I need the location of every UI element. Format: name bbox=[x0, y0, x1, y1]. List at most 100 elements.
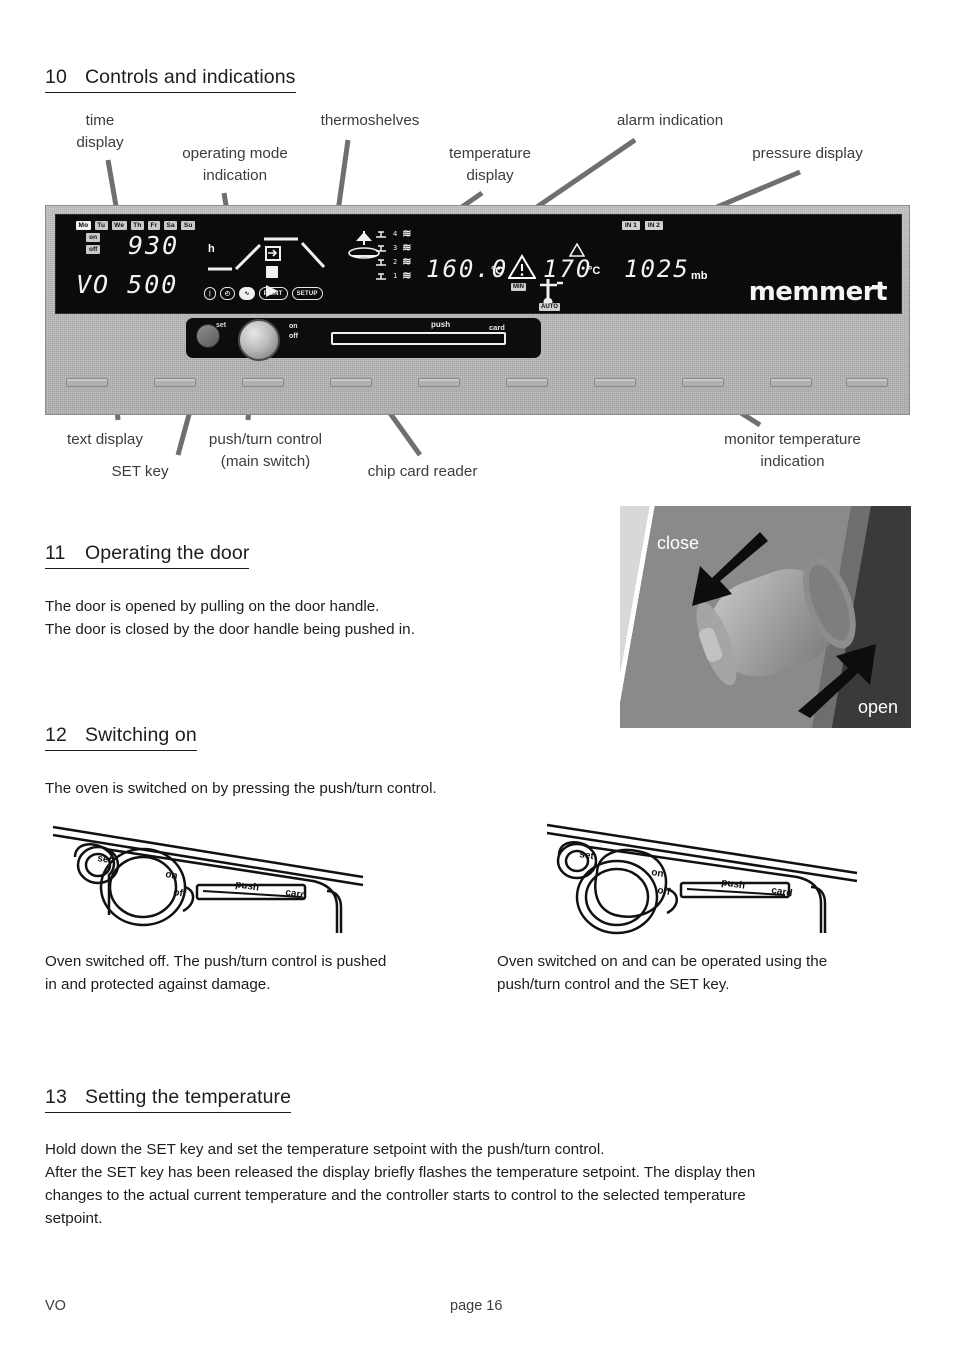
brand-name: memmer bbox=[748, 277, 876, 307]
section-heading-10: 10 Controls and indications bbox=[45, 66, 296, 93]
section-body-13: Hold down the SET key and set the temper… bbox=[45, 1141, 756, 1227]
vent-slot bbox=[594, 378, 636, 387]
weekday-we: We bbox=[111, 221, 127, 230]
weekday-su: Su bbox=[181, 221, 196, 230]
callout-monitor-temperature: monitor temperature indication bbox=[724, 431, 861, 470]
weekday-mo: Mo bbox=[76, 221, 91, 230]
section-heading-11: 11 Operating the door bbox=[45, 542, 250, 569]
caption-oven-on: Oven switched on and can be operated usi… bbox=[497, 953, 828, 993]
heater-icon: ≋ bbox=[402, 227, 411, 240]
thermoshelf-row: 2 ≋ bbox=[374, 255, 411, 269]
section-title-13: Setting the temperature bbox=[85, 1086, 292, 1108]
input-2-tag: IN 2 bbox=[644, 221, 663, 230]
input-indicator-bar: IN 1 IN 2 bbox=[622, 221, 663, 230]
time-display-value: 930 bbox=[128, 231, 180, 260]
section-number-13: 13 bbox=[45, 1086, 67, 1108]
vent-slot bbox=[506, 378, 548, 387]
knob-on-off-labels: on off bbox=[289, 322, 298, 342]
panel-drawing-off: set on off push card bbox=[45, 815, 365, 940]
callout-text-display: text display bbox=[67, 431, 143, 448]
control-panel-image: Mo Tu We Th Fr Sa Su on off 930 h VO 500 bbox=[45, 205, 910, 415]
caption-oven-off: Oven switched off. The push/turn control… bbox=[45, 953, 387, 993]
shelf-icon bbox=[376, 259, 386, 266]
weekday-tu: Tu bbox=[94, 221, 108, 230]
callout-temperature-display: temperature display bbox=[449, 145, 531, 184]
door-open-label: open bbox=[857, 697, 898, 717]
document-page: 10 Controls and indications time display … bbox=[0, 0, 954, 1350]
shelf-icon bbox=[376, 231, 386, 238]
memmert-logo: memmert bbox=[748, 277, 888, 307]
push-turn-control-knob[interactable] bbox=[238, 319, 280, 361]
heater-icon: ≋ bbox=[402, 269, 411, 282]
temperature-display-unit: °C bbox=[491, 265, 504, 277]
vent-slot bbox=[330, 378, 372, 387]
callout-thermoshelves: thermoshelves bbox=[320, 112, 420, 129]
section-body-11: The door is opened by pulling on the doo… bbox=[45, 598, 415, 638]
weekday-th: Th bbox=[130, 221, 145, 230]
mode-button-ramp[interactable]: ∿ bbox=[239, 287, 255, 300]
weekday-sa: Sa bbox=[163, 221, 178, 230]
pressure-display-value: 1025 bbox=[624, 255, 690, 283]
vent-slot bbox=[418, 378, 460, 387]
monitor-auto-tag: AUTO bbox=[539, 303, 560, 311]
callout-alarm-indication: alarm indication bbox=[616, 112, 724, 129]
callout-pressure-display: pressure display bbox=[752, 145, 863, 162]
mode-button-setup[interactable]: SETUP bbox=[291, 287, 323, 300]
card-label: card bbox=[489, 323, 505, 332]
section-number-10: 10 bbox=[45, 66, 67, 88]
drawing-set-label: set bbox=[579, 849, 596, 862]
footer-page-number: page 16 bbox=[450, 1298, 503, 1314]
drawing-on-label: on bbox=[651, 867, 665, 880]
brand-tail: t bbox=[872, 277, 887, 307]
mode-button-timer[interactable]: ◴ bbox=[219, 287, 236, 300]
lcd-display: Mo Tu We Th Fr Sa Su on off 930 h VO 500 bbox=[55, 214, 902, 314]
section-number-11: 11 bbox=[45, 542, 66, 564]
drawing-off-label: off bbox=[657, 885, 672, 898]
drawing-push-label: push bbox=[235, 879, 260, 894]
footer-left: VO bbox=[45, 1298, 66, 1314]
on-indicator: on bbox=[86, 233, 101, 242]
section-body-12: The oven is switched on by pressing the … bbox=[45, 780, 437, 797]
thermoshelf-row: 4 ≋ bbox=[374, 227, 411, 241]
shelf-icon bbox=[376, 273, 386, 280]
section-heading-12: 12 Switching on bbox=[45, 724, 197, 751]
thermoshelf-number: 4 bbox=[393, 230, 398, 238]
weekday-fr: Fr bbox=[148, 221, 160, 230]
heater-icon: ≋ bbox=[402, 241, 411, 254]
mode-button-manual[interactable]: | bbox=[204, 287, 216, 300]
callout-operating-mode: operating mode indication bbox=[182, 145, 288, 184]
vent-slot bbox=[66, 378, 108, 387]
vent-slot bbox=[154, 378, 196, 387]
input-1-tag: IN 1 bbox=[622, 221, 640, 230]
panel-drawing-on: set on off push card bbox=[545, 815, 865, 940]
callout-chip-card-reader: chip card reader bbox=[367, 463, 478, 480]
section-title-11: Operating the door bbox=[85, 542, 250, 564]
section-title-10: Controls and indications bbox=[85, 66, 296, 88]
monitor-min-tag: MIN bbox=[511, 283, 526, 291]
section-number-12: 12 bbox=[45, 724, 67, 746]
drawing-set-label: set bbox=[97, 853, 114, 866]
ventilation-slots bbox=[46, 366, 909, 406]
section-heading-13: 13 Setting the temperature bbox=[45, 1086, 292, 1113]
drawing-push-label: push bbox=[721, 877, 746, 892]
shelf-icon bbox=[376, 245, 386, 252]
drawing-off-label: off bbox=[173, 887, 188, 900]
weekday-indicator-bar: Mo Tu We Th Fr Sa Su bbox=[76, 221, 196, 230]
door-close-label: close bbox=[657, 533, 700, 553]
knob-on-label: on bbox=[289, 323, 298, 330]
on-off-indicator: on off bbox=[86, 233, 101, 254]
section-title-12: Switching on bbox=[85, 724, 197, 746]
vent-slot bbox=[242, 378, 284, 387]
callout-time-display: time display bbox=[76, 112, 124, 151]
drawing-on-label: on bbox=[165, 869, 179, 882]
mode-button-print[interactable]: PRINT bbox=[258, 287, 288, 300]
thermoshelf-row: 3 ≋ bbox=[374, 241, 411, 255]
pressure-display-unit: mb bbox=[691, 270, 708, 282]
mode-button-row: | ◴ ∿ PRINT SETUP bbox=[204, 287, 323, 300]
thermoshelves-indicator: 4 ≋ 3 ≋ 2 ≋ 1 ≋ bbox=[374, 227, 411, 283]
chip-card-slot[interactable] bbox=[331, 332, 506, 345]
monitor-temperature-unit: °C bbox=[588, 265, 601, 277]
callout-push-turn-control: push/turn control (main switch) bbox=[208, 431, 323, 470]
callout-set-key: SET key bbox=[111, 463, 169, 480]
vent-slot bbox=[846, 378, 888, 387]
